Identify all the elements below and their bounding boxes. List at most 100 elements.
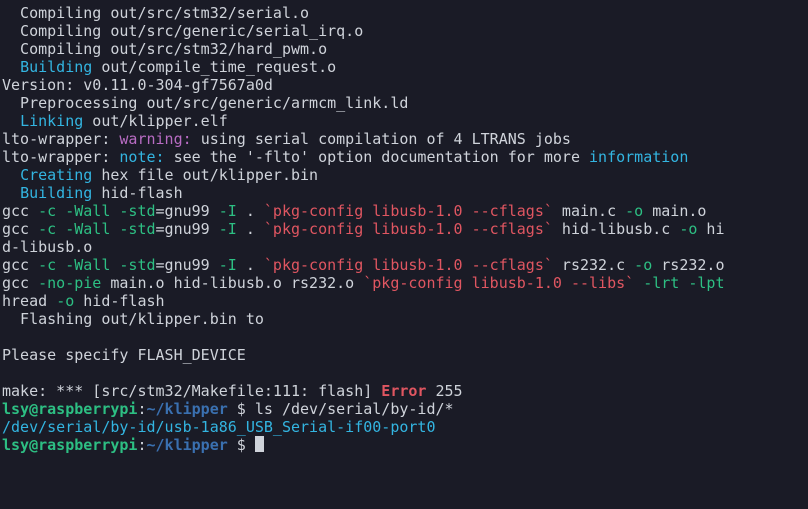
terminal-text: -c (38, 256, 56, 274)
terminal-text: =gnu99 (156, 202, 219, 220)
terminal-cursor (255, 436, 264, 452)
terminal-text (56, 256, 65, 274)
terminal-text: ~/klipper (147, 436, 228, 454)
terminal-line: lto-wrapper: note: see the '-flto' optio… (2, 148, 806, 166)
terminal-text: Please specify FLASH_DEVICE (2, 346, 246, 364)
terminal-line: make: *** [src/stm32/Makefile:111: flash… (2, 382, 806, 400)
terminal-line: /dev/serial/by-id/usb-1a86_USB_Serial-if… (2, 418, 806, 436)
terminal-text: note: (119, 148, 173, 166)
terminal-line: Compiling out/src/generic/serial_irq.o (2, 22, 806, 40)
terminal-text: Compiling out/src/stm32/serial.o (2, 4, 309, 22)
terminal-text: hi (697, 220, 724, 238)
terminal-text: -std (119, 220, 155, 238)
terminal-text: Version: v0.11.0-304-gf7567a0d (2, 76, 273, 94)
terminal-line: Linking out/klipper.elf (2, 112, 806, 130)
terminal-text: =gnu99 (156, 256, 219, 274)
terminal-text (56, 220, 65, 238)
terminal-text (2, 184, 20, 202)
terminal-line: Creating hex file out/klipper.bin (2, 166, 806, 184)
terminal-text: =gnu99 (156, 220, 219, 238)
terminal-text: hid-flash (74, 292, 164, 310)
terminal-text: -Wall (65, 202, 110, 220)
terminal-text: gcc (2, 202, 38, 220)
terminal-text: -o (634, 256, 652, 274)
terminal-text: Linking (20, 112, 83, 130)
terminal-text: main.c (553, 202, 625, 220)
terminal-text: rs232.o (652, 256, 724, 274)
terminal-text: `pkg-config libusb-1.0 --cflags` (264, 202, 553, 220)
terminal-line: gcc -c -Wall -std=gnu99 -I . `pkg-config… (2, 256, 806, 274)
terminal-text: ls /dev/serial/by-id/* (255, 400, 454, 418)
terminal-text: 255 (426, 382, 462, 400)
terminal-text: lto-wrapper: (2, 130, 119, 148)
terminal-text: -std (119, 202, 155, 220)
terminal-text: `pkg-config libusb-1.0 --libs` (363, 274, 634, 292)
terminal-text: make: *** [src/stm32/Makefile:111: flash… (2, 382, 381, 400)
terminal-line: Version: v0.11.0-304-gf7567a0d (2, 76, 806, 94)
terminal-text: . (237, 220, 264, 238)
terminal-text: $ (228, 436, 255, 454)
terminal-text: ~/klipper (147, 400, 228, 418)
terminal-output[interactable]: Compiling out/src/stm32/serial.o Compili… (0, 0, 808, 458)
terminal-text: -lpt (688, 274, 724, 292)
terminal-text: -I (219, 202, 237, 220)
terminal-text: see the ' (174, 148, 255, 166)
terminal-text: -c (38, 202, 56, 220)
terminal-text (2, 364, 11, 382)
terminal-text: Error (381, 382, 426, 400)
terminal-text: -no-pie (38, 274, 101, 292)
terminal-text (2, 58, 20, 76)
terminal-text: hex file out/klipper.bin (92, 166, 318, 184)
terminal-text: -o (56, 292, 74, 310)
terminal-text: -lrt (643, 274, 679, 292)
terminal-text (2, 166, 20, 184)
terminal-text: -Wall (65, 220, 110, 238)
terminal-line: Compiling out/src/stm32/hard_pwm.o (2, 40, 806, 58)
terminal-line: Preprocessing out/src/generic/armcm_link… (2, 94, 806, 112)
terminal-line: Building out/compile_time_request.o (2, 58, 806, 76)
terminal-text: Building (20, 184, 92, 202)
terminal-text: : (137, 436, 146, 454)
terminal-text: `pkg-config libusb-1.0 --cflags` (264, 220, 553, 238)
terminal-line: gcc -c -Wall -std=gnu99 -I . `pkg-config… (2, 220, 806, 238)
terminal-text: ' option documentation for more (300, 148, 589, 166)
terminal-text: gcc (2, 220, 38, 238)
terminal-text: hid-flash (92, 184, 182, 202)
terminal-text (56, 202, 65, 220)
terminal-text: gcc (2, 256, 38, 274)
terminal-text: $ (228, 400, 255, 418)
terminal-text (2, 328, 11, 346)
terminal-text: . (237, 256, 264, 274)
terminal-line: lsy@raspberrypi:~/klipper $ ls /dev/seri… (2, 400, 806, 418)
terminal-text: hread (2, 292, 56, 310)
terminal-text: lsy@raspberrypi (2, 400, 137, 418)
terminal-line: lsy@raspberrypi:~/klipper $ (2, 436, 806, 454)
terminal-line (2, 328, 806, 346)
terminal-text: main.o hid-libusb.o rs232.o (101, 274, 363, 292)
terminal-text: d-libusb.o (2, 238, 92, 256)
terminal-line: d-libusb.o (2, 238, 806, 256)
terminal-text: `pkg-config libusb-1.0 --cflags` (264, 256, 553, 274)
terminal-text: -std (119, 256, 155, 274)
terminal-text: -o (679, 220, 697, 238)
terminal-line: gcc -no-pie main.o hid-libusb.o rs232.o … (2, 274, 806, 292)
terminal-line: Compiling out/src/stm32/serial.o (2, 4, 806, 22)
terminal-line: Flashing out/klipper.bin to (2, 310, 806, 328)
terminal-text: hid-libusb.c (553, 220, 679, 238)
terminal-text: Flashing out/klipper.bin to (2, 310, 264, 328)
terminal-line (2, 364, 806, 382)
terminal-text: out/klipper.elf (83, 112, 228, 130)
terminal-text: Building (20, 58, 92, 76)
terminal-text: . (237, 202, 264, 220)
terminal-line: Building hid-flash (2, 184, 806, 202)
terminal-text: lto-wrapper: (2, 148, 119, 166)
terminal-text: gcc (2, 274, 38, 292)
terminal-text: -I (219, 220, 237, 238)
terminal-text: -c (38, 220, 56, 238)
terminal-text: warning: (119, 130, 200, 148)
terminal-text: -I (219, 256, 237, 274)
terminal-line: gcc -c -Wall -std=gnu99 -I . `pkg-config… (2, 202, 806, 220)
terminal-text: using serial compilation of 4 LTRANS job… (201, 130, 571, 148)
terminal-text: information (589, 148, 688, 166)
terminal-line: lto-wrapper: warning: using serial compi… (2, 130, 806, 148)
